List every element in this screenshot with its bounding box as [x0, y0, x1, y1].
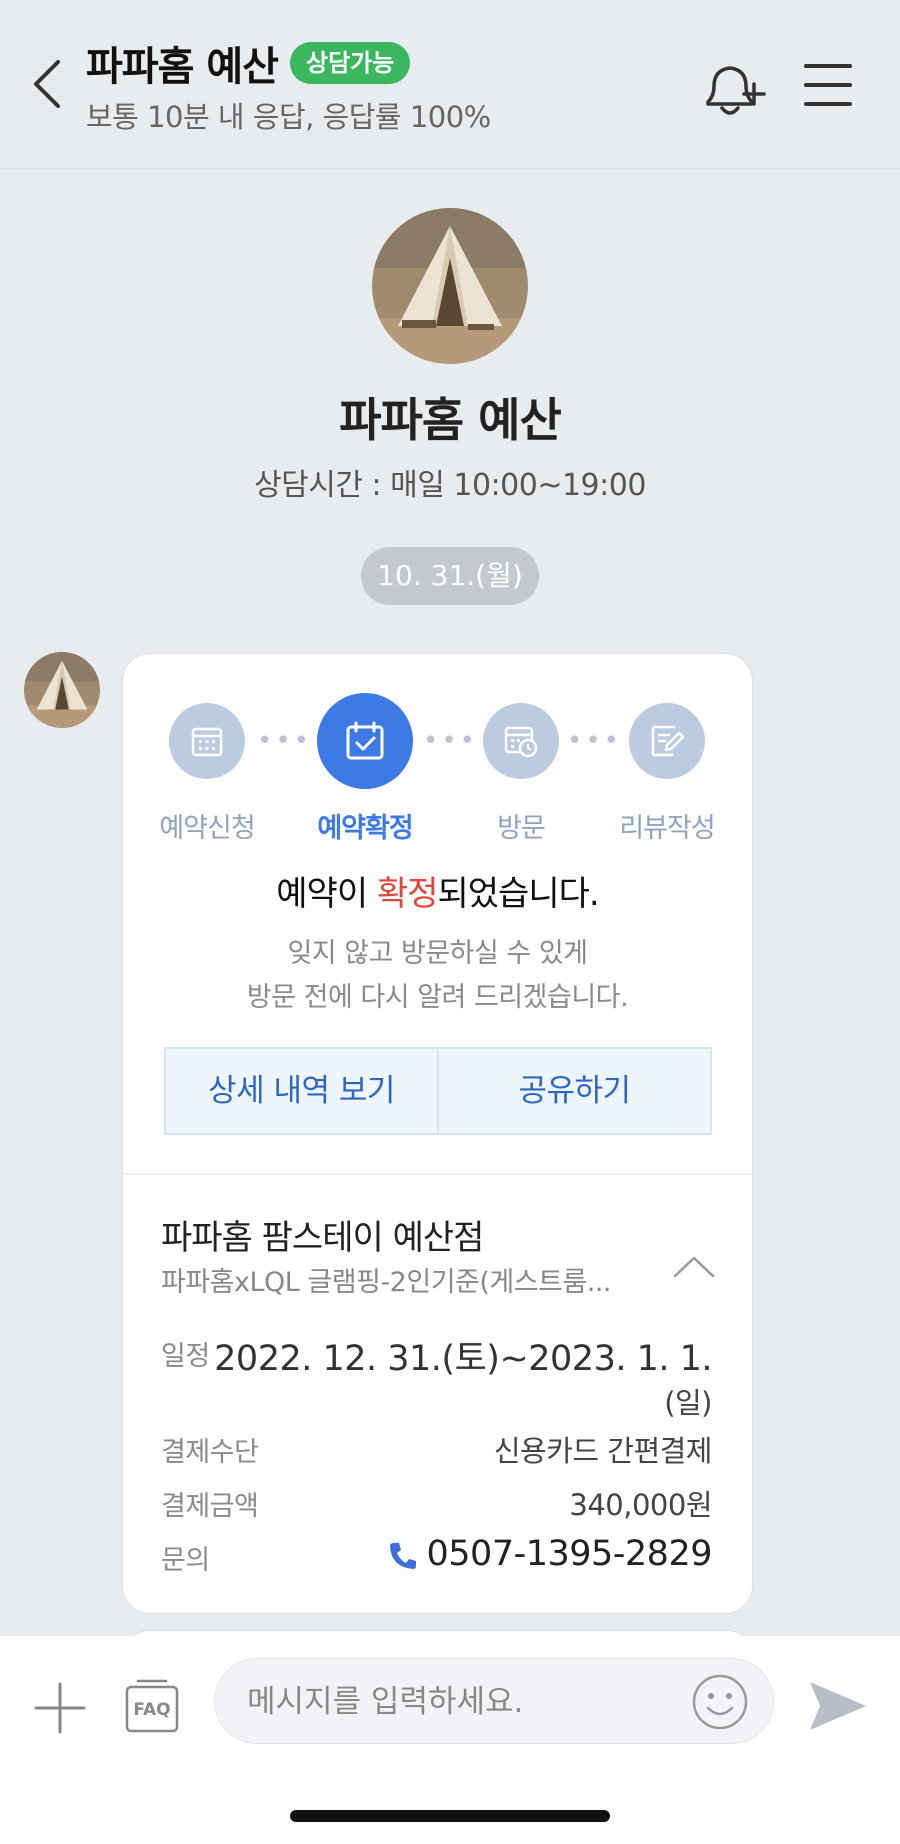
calendar-check-icon — [346, 721, 384, 760]
tent-photo — [372, 208, 528, 364]
bell-plus-icon — [706, 66, 766, 115]
calendar-grid-icon — [191, 727, 223, 757]
step-visit-circle — [483, 703, 559, 779]
consult-hours: 상담시간 : 매일 10:00~19:00 — [254, 468, 646, 503]
confirm-title-highlight: 확정 — [376, 874, 439, 914]
step-connector: ••• — [423, 726, 479, 756]
send-icon — [810, 1682, 866, 1730]
back-button[interactable] — [28, 56, 68, 112]
calendar-clock-icon — [504, 726, 538, 758]
plus-icon — [34, 1682, 86, 1734]
step-label-confirm: 예약확정 — [317, 813, 413, 844]
send-button[interactable] — [806, 1678, 868, 1734]
inquiry-label: 문의 — [161, 1545, 210, 1576]
message-input-wrapper — [214, 1658, 774, 1745]
inquiry-phone: 0507-1395-2829 — [426, 1534, 713, 1574]
collapse-button[interactable] — [671, 1248, 717, 1284]
product-name: 파파홈xLQL 글램핑-2인기준(게스트룸... — [161, 1267, 612, 1298]
step-label-request: 예약신청 — [159, 813, 255, 844]
step-label-visit: 방문 — [497, 813, 546, 844]
smile-icon — [692, 1674, 748, 1730]
confirm-desc-line1: 잊지 않고 방문하실 수 있게 — [287, 938, 588, 969]
faq-button[interactable]: FAQ — [124, 1678, 180, 1734]
schedule-value-line2: (일) — [664, 1386, 712, 1420]
step-connector: ••• — [257, 726, 313, 756]
date-separator: 10. 31.(월) — [361, 547, 539, 605]
confirm-title-prefix: 예약이 — [276, 874, 377, 914]
hamburger-icon — [804, 64, 852, 106]
confirm-description: 잊지 않고 방문하실 수 있게 방문 전에 다시 알려 드리겠습니다. — [123, 932, 752, 1020]
confirm-title: 예약이 확정되었습니다. — [123, 866, 752, 915]
response-info: 보통 10분 내 응답, 응답률 100% — [86, 100, 491, 134]
card-divider — [123, 1173, 752, 1175]
step-request-circle — [169, 703, 245, 779]
schedule-value-line1: 2022. 12. 31.(토)~2023. 1. 1. — [214, 1339, 712, 1379]
inquiry-phone-link[interactable]: 0507-1395-2829 — [387, 1534, 713, 1574]
chevron-up-icon — [673, 1256, 715, 1278]
tent-photo — [24, 652, 100, 728]
confirm-title-suffix: 되었습니다. — [437, 874, 600, 914]
reservation-card: ••• ••• ••• 예약신청 예약확정 방문 리뷰작성 예약이 확정되었습니… — [122, 653, 753, 1614]
confirm-desc-line2: 방문 전에 다시 알려 드리겠습니다. — [246, 982, 629, 1013]
card-action-buttons: 상세 내역 보기 공유하기 — [164, 1047, 712, 1135]
faq-label: FAQ — [133, 1700, 171, 1720]
edit-note-icon — [651, 725, 685, 757]
step-review-circle — [629, 703, 705, 779]
phone-icon — [389, 1543, 416, 1569]
shop-name: 파파홈 팜스테이 예산점 — [161, 1218, 484, 1258]
view-details-button[interactable]: 상세 내역 보기 — [166, 1049, 437, 1133]
payment-method-label: 결제수단 — [161, 1437, 259, 1468]
menu-button[interactable] — [804, 62, 852, 108]
profile-avatar[interactable] — [372, 208, 528, 364]
schedule-label: 일정 — [161, 1341, 210, 1372]
chat-header: 파파홈 예산 상담가능 보통 10분 내 응답, 응답률 100% — [0, 0, 900, 169]
payment-method-value: 신용카드 간편결제 — [493, 1434, 713, 1468]
profile-name: 파파홈 예산 — [339, 393, 562, 447]
step-confirm-circle — [317, 693, 413, 789]
step-connector: ••• — [567, 726, 623, 756]
sender-avatar[interactable] — [24, 652, 100, 728]
emoji-button[interactable] — [691, 1673, 749, 1731]
chat-title: 파파홈 예산 — [86, 44, 279, 90]
notification-add-button[interactable] — [700, 60, 766, 120]
home-indicator — [290, 1810, 610, 1822]
step-label-review: 리뷰작성 — [619, 813, 715, 844]
share-button[interactable]: 공유하기 — [437, 1049, 710, 1133]
message-input[interactable] — [245, 1659, 669, 1745]
chevron-left-icon — [34, 60, 60, 108]
attach-button[interactable] — [34, 1682, 86, 1734]
payment-amount-label: 결제금액 — [161, 1491, 259, 1522]
status-badge: 상담가능 — [290, 42, 411, 84]
payment-amount-value: 340,000원 — [569, 1488, 712, 1522]
